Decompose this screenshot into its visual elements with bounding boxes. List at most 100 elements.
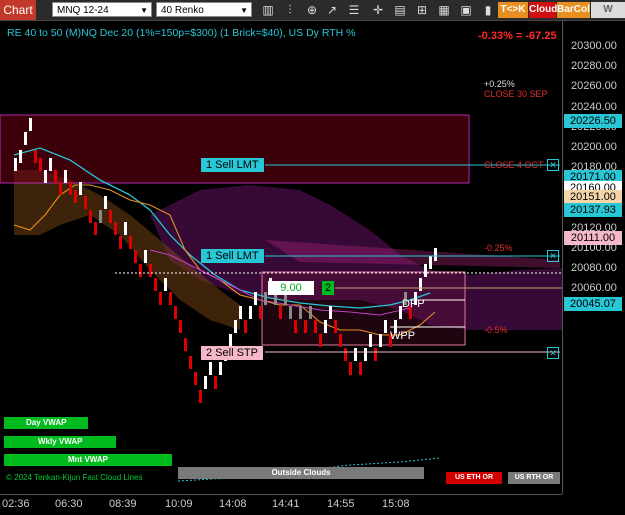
renko-up-brick xyxy=(234,320,237,333)
cloud-toggle-button[interactable]: Cloud xyxy=(529,2,557,18)
renko-up-brick xyxy=(204,376,207,389)
renko-down-brick xyxy=(69,182,72,195)
renko-up-brick xyxy=(49,158,52,171)
zoom-icon[interactable]: ⊕ xyxy=(304,2,320,18)
tk-toggle-button[interactable]: T<>K xyxy=(498,2,528,18)
chart-title: RE 40 to 50 (M)NQ Dec 20 (1%=150p=$300) … xyxy=(7,27,356,39)
renko-neutral-brick xyxy=(264,292,267,305)
bar-type-selector[interactable]: 40 Renko ▼ xyxy=(156,2,252,17)
template-icon[interactable]: ▣ xyxy=(458,2,474,18)
renko-up-brick xyxy=(384,320,387,333)
renko-down-brick xyxy=(94,222,97,235)
renko-up-brick xyxy=(354,348,357,361)
price-tick-label: 20240.00 xyxy=(571,100,617,113)
barcol-toggle-button[interactable]: BarCol xyxy=(557,2,590,18)
renko-down-brick xyxy=(39,158,42,171)
day-vwap-button[interactable]: Day VWAP xyxy=(4,417,88,429)
renko-down-brick xyxy=(334,320,337,333)
sell-zone-box xyxy=(0,114,470,184)
renko-down-brick xyxy=(154,278,157,291)
renko-down-brick xyxy=(199,390,202,403)
price-tick-label: 20300.00 xyxy=(571,40,617,52)
close-30sep-label: CLOSE 30 SEP xyxy=(484,89,548,99)
renko-down-brick xyxy=(134,250,137,263)
chart-trader-icon[interactable]: ▦ xyxy=(436,2,452,18)
bar-style-icon[interactable]: ▥ xyxy=(260,2,276,18)
data-box-icon[interactable]: ▤ xyxy=(392,2,408,18)
more-icon[interactable]: ▮ xyxy=(480,2,496,18)
price-axis[interactable]: 20300.0020280.0020260.0020240.0020220.00… xyxy=(562,21,625,494)
price-tick-label: 20280.00 xyxy=(571,60,617,73)
renko-up-brick xyxy=(104,196,107,209)
crosshair-icon[interactable]: ✛ xyxy=(370,2,386,18)
renko-down-brick xyxy=(139,264,142,277)
wkly-vwap-button[interactable]: Wkly VWAP xyxy=(4,436,116,448)
cancel-order-icon[interactable]: ✕ xyxy=(547,250,559,262)
renko-up-brick xyxy=(24,132,27,145)
price-tick-label: 20200.00 xyxy=(571,140,617,153)
us-rth-or-button[interactable]: US RTH OR xyxy=(508,472,560,484)
strategy-icon[interactable]: ⊞ xyxy=(414,2,430,18)
vwap-band-price-box: 20045.07 xyxy=(564,297,622,312)
renko-down-brick xyxy=(339,334,342,347)
renko-up-brick xyxy=(379,334,382,347)
properties-icon[interactable]: ☰ xyxy=(346,2,362,18)
time-tick-label: 14:08 xyxy=(219,498,247,510)
cancel-order-icon[interactable]: ✕ xyxy=(547,159,559,171)
chevron-down-icon: ▼ xyxy=(240,6,248,15)
indicators-icon[interactable]: ⫶ xyxy=(282,2,298,18)
sell-lmt-order-lower[interactable]: 1 Sell LMT xyxy=(201,249,264,263)
chevron-down-icon: ▼ xyxy=(140,6,148,15)
time-tick-label: 14:41 xyxy=(272,498,300,510)
renko-up-brick xyxy=(29,118,32,131)
renko-down-brick xyxy=(279,306,282,319)
minus-025-label: -0.25% xyxy=(484,243,513,253)
renko-down-brick xyxy=(294,320,297,333)
renko-up-brick xyxy=(424,264,427,277)
renko-down-brick xyxy=(59,182,62,195)
renko-down-brick xyxy=(74,190,77,203)
renko-down-brick xyxy=(244,320,247,333)
sell-lmt-order-upper[interactable]: 1 Sell LMT xyxy=(201,158,264,172)
vwap-toggle-button[interactable]: W VWA xyxy=(591,2,625,31)
renko-up-brick xyxy=(14,158,17,171)
renko-neutral-brick xyxy=(299,306,302,319)
chart-tab[interactable]: Chart xyxy=(0,0,36,20)
renko-up-brick xyxy=(64,170,67,183)
renko-up-brick xyxy=(329,306,332,319)
sell-stp-order[interactable]: 2 Sell STP xyxy=(201,346,263,360)
plus-025-label: +0.25% xyxy=(484,79,515,89)
price-tick-label: 20080.00 xyxy=(571,261,617,274)
cancel-order-icon[interactable]: ✕ xyxy=(547,347,559,359)
watermark-text: © 2024 Tenkan-Kijun Fast Cloud Lines xyxy=(6,473,143,482)
renko-down-brick xyxy=(184,338,187,351)
instrument-value: MNQ 12-24 xyxy=(57,5,109,16)
drawing-tools-icon[interactable]: ↗ xyxy=(324,2,340,18)
instrument-selector[interactable]: MNQ 12-24 ▼ xyxy=(52,2,152,17)
renko-up-brick xyxy=(254,292,257,305)
renko-up-brick xyxy=(44,170,47,183)
time-tick-label: 14:55 xyxy=(327,498,355,510)
chart-window: Chart MNQ 12-24 ▼ 40 Renko ▼ ▥ ⫶ ⊕ ↗ ☰ ✛ ▤… xyxy=(0,0,625,515)
renko-down-brick xyxy=(34,150,37,163)
renko-down-brick xyxy=(114,222,117,235)
mnt-vwap-button[interactable]: Mnt VWAP xyxy=(4,454,172,466)
renko-down-brick xyxy=(174,306,177,319)
renko-down-brick xyxy=(214,376,217,389)
price-tick-label: 20060.00 xyxy=(571,282,617,295)
renko-neutral-brick xyxy=(99,210,102,223)
renko-down-brick xyxy=(129,236,132,249)
renko-up-brick xyxy=(19,150,22,163)
renko-up-brick xyxy=(324,320,327,333)
renko-down-brick xyxy=(349,362,352,375)
renko-down-brick xyxy=(109,210,112,223)
renko-up-brick xyxy=(79,182,82,195)
time-axis[interactable]: 02:36 06:30 08:39 10:09 14:08 14:41 14:55 15:08 xyxy=(0,494,562,515)
us-eth-or-button[interactable]: US ETH OR xyxy=(446,472,502,484)
order-qty-price[interactable]: 9.00 xyxy=(268,281,314,295)
order-qty[interactable]: 2 xyxy=(322,281,334,295)
renko-down-brick xyxy=(179,320,182,333)
time-tick-label: 06:30 xyxy=(55,498,83,510)
renko-down-brick xyxy=(149,264,152,277)
minus-05-label: -0.5% xyxy=(484,325,508,335)
